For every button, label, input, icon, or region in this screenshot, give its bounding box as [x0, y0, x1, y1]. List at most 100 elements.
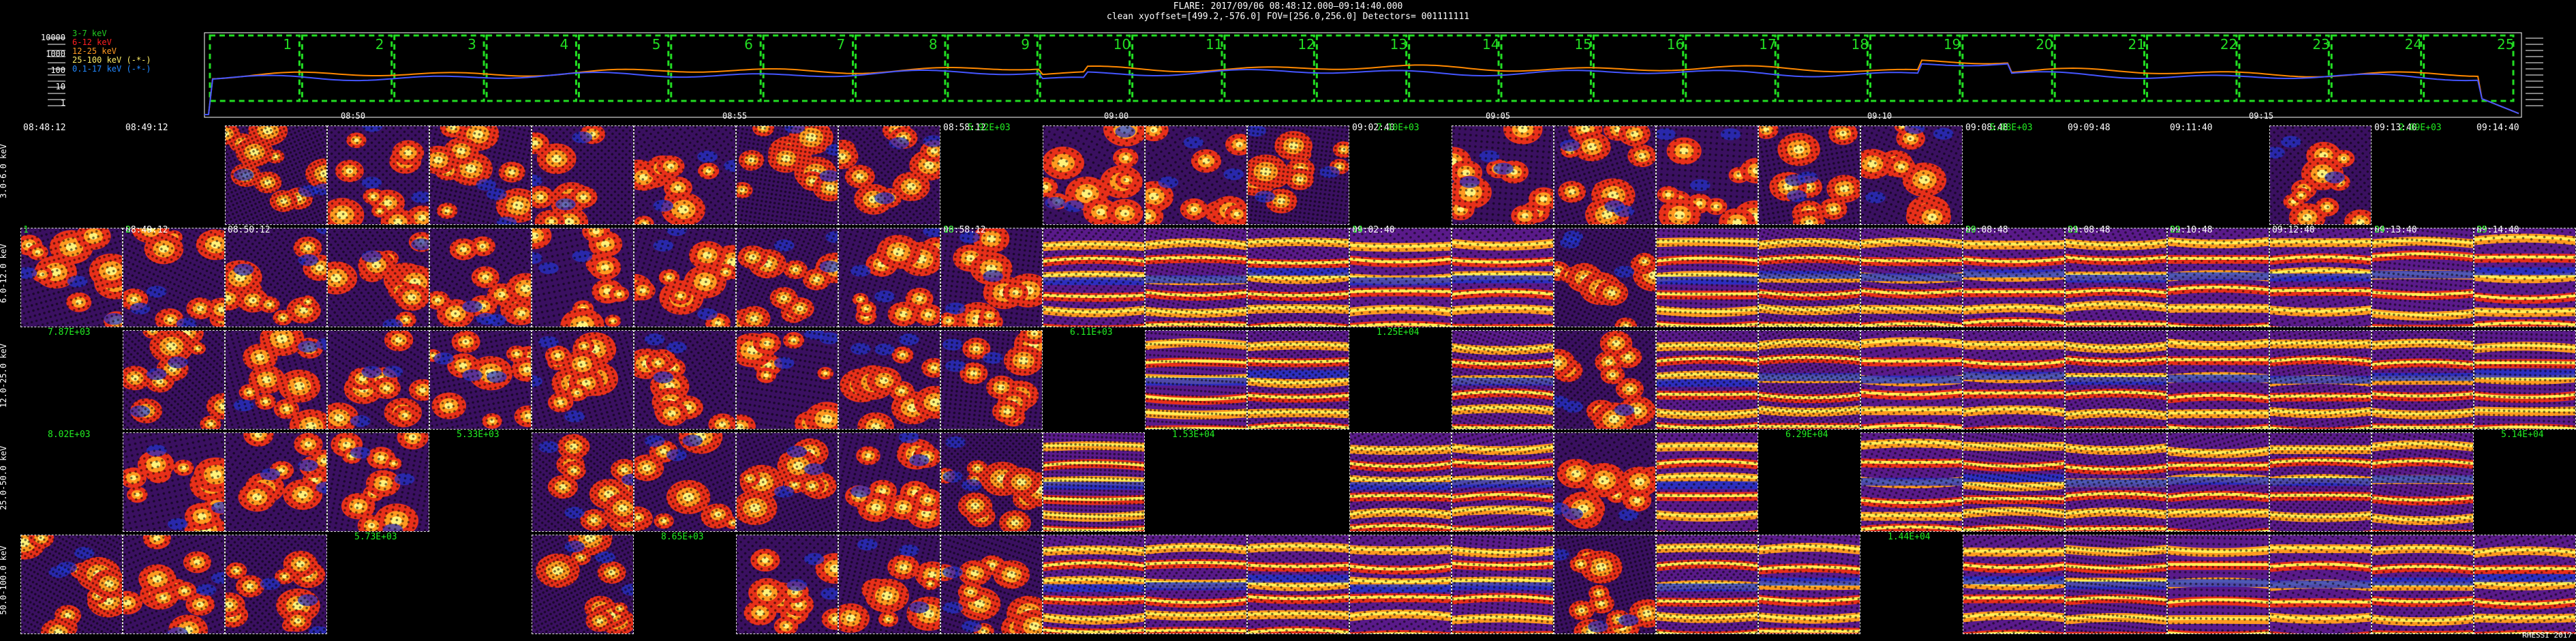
grid-annotation: 1.25E+04 — [1377, 327, 1420, 338]
clean-image-r2-c15 — [1554, 330, 1656, 430]
clean-image-r4-c12 — [1247, 535, 1349, 634]
clean-image-r2-c23 — [2372, 330, 2474, 430]
clean-image-r3-c22 — [2269, 432, 2372, 532]
lightcurve-y-tick: 10000 — [40, 33, 65, 42]
clean-image-r0-c17 — [1758, 125, 1860, 225]
time-label: 09:12:40 — [2272, 225, 2315, 235]
clean-image-r1-c21 — [2167, 228, 2269, 327]
grid-annotation: 21 — [2068, 225, 2079, 235]
clean-image-r4-c22 — [2269, 535, 2372, 634]
clean-image-r1-c22 — [2269, 228, 2372, 327]
interval-number: 2 — [375, 36, 384, 53]
energy-band-text: 25.0-50.0 keV — [0, 446, 8, 510]
clean-image-r1-c5 — [532, 228, 634, 327]
plot-header: FLARE: 2017/09/06 08:48:12.000–09:14:40.… — [0, 1, 2576, 22]
interval-number: 19 — [1944, 36, 1961, 53]
clean-image-r3-c23 — [2372, 432, 2474, 532]
energy-band-label: 12.0-25.0 keV — [0, 344, 8, 408]
clean-image-r3-c1 — [123, 432, 225, 532]
clean-image-r0-c6 — [634, 125, 736, 225]
grid-annotation: 5.88E+03 — [1990, 123, 2033, 133]
clean-image-r1-c10 — [1043, 228, 1145, 327]
clean-image-r2-c14 — [1452, 330, 1554, 430]
grid-annotation: 8.02E+03 — [48, 430, 91, 440]
interval-number: 8 — [929, 36, 938, 53]
time-label: 08:50:12 — [228, 225, 271, 235]
clean-image-r3-c7 — [736, 432, 838, 532]
grid-annotation: 2 — [125, 225, 131, 235]
legend-entry: 12-25 keV — [72, 46, 117, 56]
clean-image-r4-c19 — [1963, 535, 2065, 634]
grid-annotation: 2.09E+03 — [2399, 123, 2442, 133]
clean-image-r4-c16 — [1656, 535, 1758, 634]
clean-image-r1-c11 — [1145, 228, 1247, 327]
time-tick: 09:10 — [1867, 111, 1892, 120]
time-label: 09:11:40 — [2170, 123, 2213, 133]
clean-image-r4-c13 — [1349, 535, 1452, 634]
clean-image-r2-c6 — [634, 330, 736, 430]
grid-annotation: 7.87E+03 — [48, 327, 91, 338]
interval-number: 24 — [2405, 36, 2422, 53]
clean-image-r2-c20 — [2065, 330, 2167, 430]
interval-number: 22 — [2220, 36, 2237, 53]
time-tick: 09:00 — [1104, 111, 1129, 120]
interval-number: 17 — [1759, 36, 1776, 53]
legend-entry: 0.1-17 keV (-*-) — [72, 64, 151, 74]
energy-band-label: 6.0-12.0 keV — [0, 244, 8, 303]
clean-image-r2-c22 — [2269, 330, 2372, 430]
grid-annotation: 6.11E+03 — [1070, 327, 1113, 338]
clean-image-r3-c21 — [2167, 432, 2269, 532]
time-label: 08:49:12 — [125, 225, 168, 235]
clean-image-r2-c1 — [123, 330, 225, 430]
interval-number: 23 — [2312, 36, 2329, 53]
clean-image-r1-c4 — [429, 228, 532, 327]
clean-image-r1-c9 — [940, 228, 1043, 327]
clean-image-r0-c8 — [838, 125, 940, 225]
clean-image-r4-c0 — [20, 535, 123, 634]
time-label: 09:09:48 — [2068, 123, 2111, 133]
clean-image-r3-c8 — [838, 432, 940, 532]
clean-image-r4-c23 — [2372, 535, 2474, 634]
energy-band-text: 50.0-100.0 keV — [0, 546, 8, 615]
grid-annotation: 22 — [2170, 225, 2181, 235]
clean-image-r4-c10 — [1043, 535, 1145, 634]
energy-band-text: 12.0-25.0 keV — [0, 344, 8, 408]
clean-image-r2-c7 — [736, 330, 838, 430]
clean-image-r1-c13 — [1349, 228, 1452, 327]
clean-image-r4-c14 — [1452, 535, 1554, 634]
clean-image-r4-c21 — [2167, 535, 2269, 634]
clean-image-r0-c12 — [1247, 125, 1349, 225]
clean-image-r3-c3 — [327, 432, 429, 532]
lightcurve-y-tick: 100 — [50, 65, 65, 75]
clean-image-r0-c11 — [1145, 125, 1247, 225]
clean-image-r1-c2 — [225, 228, 327, 327]
grid-annotation: 10 — [943, 225, 954, 235]
clean-image-r4-c17 — [1758, 535, 1860, 634]
grid-annotation: 25 — [2477, 225, 2487, 235]
clean-image-r0-c18 — [1860, 125, 1963, 225]
clean-image-r0-c3 — [327, 125, 429, 225]
clean-image-r2-c18 — [1860, 330, 1963, 430]
grid-annotation: 5.33E+03 — [457, 430, 500, 440]
clean-image-r1-c7 — [736, 228, 838, 327]
clean-image-r1-c8 — [838, 228, 940, 327]
clean-image-r2-c24 — [2474, 330, 2576, 430]
interval-number: 6 — [744, 36, 753, 53]
clean-image-r1-c6 — [634, 228, 736, 327]
clean-image-r2-c12 — [1247, 330, 1349, 430]
energy-band-label: 25.0-50.0 keV — [0, 446, 8, 510]
legend-entry: 25-100 keV (-*-) — [72, 55, 151, 65]
clean-image-r1-c23 — [2372, 228, 2474, 327]
interval-number: 3 — [467, 36, 476, 53]
grid-annotation: 1 — [23, 225, 29, 235]
clean-image-r3-c16 — [1656, 432, 1758, 532]
clean-image-r0-c7 — [736, 125, 838, 225]
interval-number: 10 — [1114, 36, 1131, 53]
grid-annotation: 20 — [1965, 225, 1976, 235]
clean-image-r1-c17 — [1758, 228, 1860, 327]
time-tick: 08:50 — [341, 111, 365, 120]
interval-number: 12 — [1298, 36, 1315, 53]
clean-image-r3-c2 — [225, 432, 327, 532]
clean-image-r1-c3 — [327, 228, 429, 327]
interval-number: 25 — [2497, 36, 2514, 53]
